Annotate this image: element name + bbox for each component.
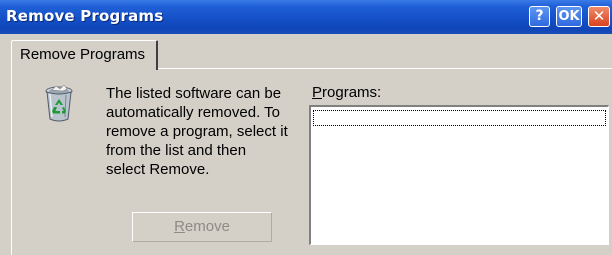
title-bar[interactable]: Remove Programs ? OK ✕ xyxy=(0,0,612,34)
help-button[interactable]: ? xyxy=(529,6,550,27)
tab-panel xyxy=(11,68,612,255)
ok-button[interactable]: OK xyxy=(556,6,582,27)
tab-label: Remove Programs xyxy=(20,46,146,63)
tab-remove-programs[interactable]: Remove Programs xyxy=(11,40,158,70)
window-title: Remove Programs xyxy=(6,7,164,25)
close-button[interactable]: ✕ xyxy=(588,6,610,27)
